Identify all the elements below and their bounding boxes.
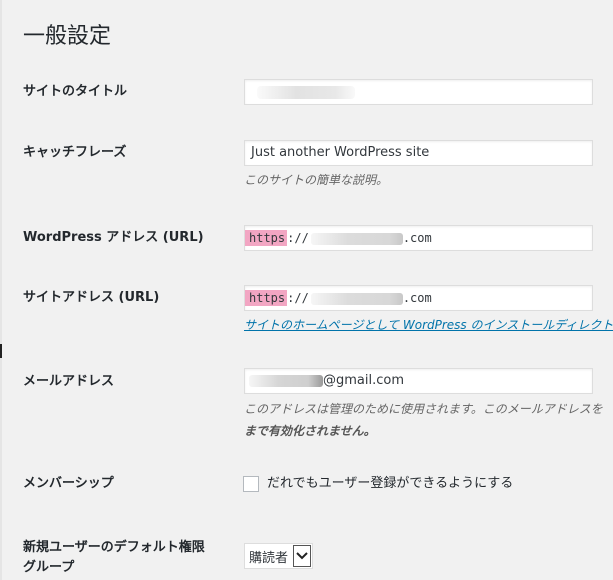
wp-address-protocol: https: [245, 230, 288, 246]
membership-checkbox[interactable]: [243, 476, 259, 492]
tagline-label: キャッチフレーズ: [23, 145, 127, 160]
redacted-site-title: [257, 86, 355, 99]
site-address-help-link[interactable]: サイトのホームページとして WordPress のインストールディレクト: [244, 315, 613, 335]
redacted-domain: [310, 232, 403, 245]
site-address-input[interactable]: https:// .com: [244, 285, 593, 311]
site-title-label: サイトのタイトル: [23, 84, 128, 99]
site-title-input[interactable]: [244, 79, 593, 105]
email-label: メールアドレス: [23, 374, 115, 389]
site-address-suffix: .com: [402, 291, 432, 305]
site-address-protocol: https: [245, 290, 288, 306]
membership-label: メンバーシップ: [23, 476, 114, 491]
tagline-input[interactable]: Just another WordPress site: [244, 140, 593, 166]
admin-menu-edge: [0, 0, 2, 580]
site-address-label: サイトアドレス (URL): [23, 290, 160, 305]
default-role-label: 新規ユーザーのデフォルト権限: [23, 540, 205, 555]
default-role-select[interactable]: 購読者: [244, 543, 313, 569]
wp-address-input[interactable]: https:// .com: [244, 225, 593, 251]
redacted-domain: [310, 292, 403, 305]
default-role-value: 購読者: [249, 550, 289, 566]
tagline-description: このサイトの簡単な説明。: [244, 173, 389, 187]
membership-checkbox-label[interactable]: だれでもユーザー登録ができるようにする: [267, 474, 513, 494]
email-description: このアドレスは管理のために使用されます。このメールアドレスを: [244, 402, 603, 416]
email-suffix: @gmail.com: [323, 373, 405, 388]
default-role-label-line2: グループ: [23, 560, 75, 575]
wp-address-label: WordPress アドレス (URL): [23, 230, 204, 245]
wp-address-separator: ://: [287, 231, 309, 245]
chevron-down-icon[interactable]: [293, 545, 311, 567]
page-title: 一般設定: [23, 24, 112, 49]
redacted-email-user: [249, 374, 323, 387]
email-description-bold: まで有効化されません。: [244, 424, 376, 438]
wp-address-suffix: .com: [402, 231, 432, 245]
admin-menu-marker: [0, 344, 2, 358]
site-address-separator: ://: [287, 291, 309, 305]
email-input[interactable]: @gmail.com: [244, 368, 593, 394]
